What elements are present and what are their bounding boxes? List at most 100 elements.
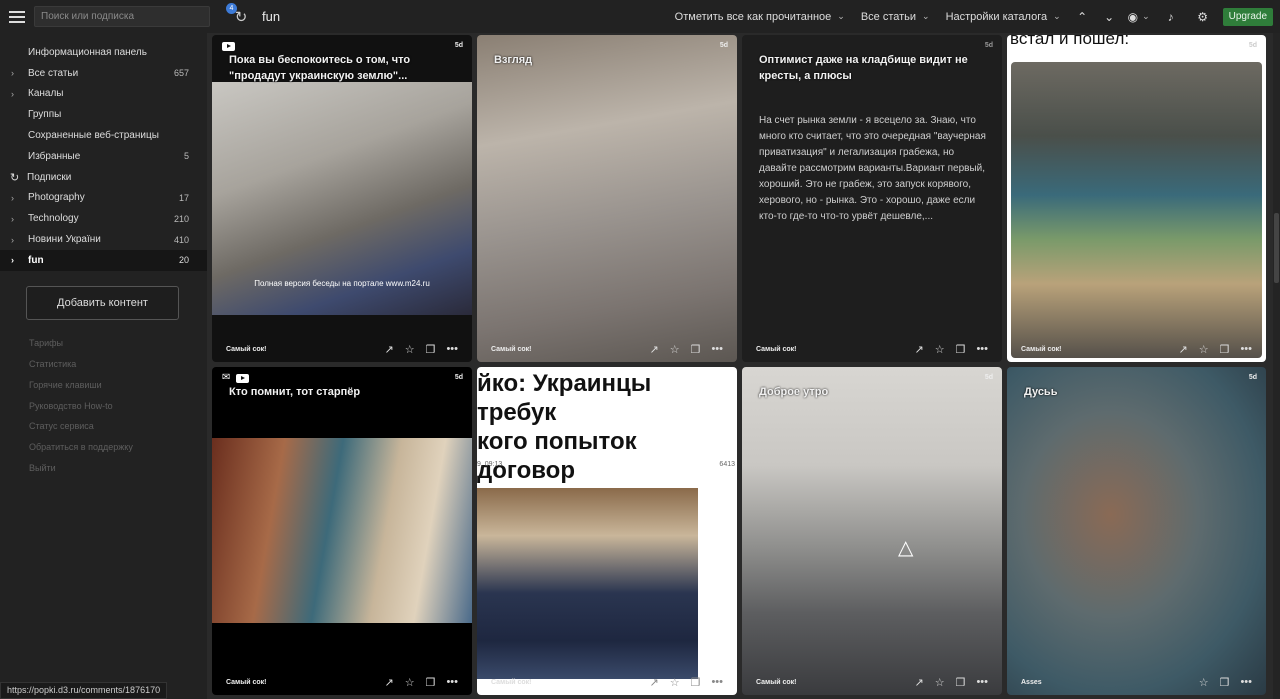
star-icon[interactable]: ☆ [1199,676,1209,689]
more-icon[interactable]: ••• [976,343,988,356]
more-icon[interactable]: ••• [446,343,458,356]
chevron-down-icon[interactable]: ⌄ [1096,10,1123,24]
search-input[interactable] [34,6,210,27]
chevron-right-icon[interactable]: › [11,68,14,78]
sidebar-item-label: Все статьи [28,67,79,79]
chevron-right-icon[interactable]: › [11,89,14,99]
all-articles-label: Все статьи [860,10,917,23]
sidebar-item-saved-pages[interactable]: Сохраненные веб-страницы [0,125,207,146]
article-title: Взгляд [494,54,533,66]
sidebar: Информационная панель › Все статьи 657 › Ка… [0,33,207,699]
external-link-icon[interactable]: ❐ [426,676,436,689]
sidebar-link-service-status[interactable]: Статус сервиса [0,416,207,437]
eye-icon[interactable]: ◉ ⌄ [1123,10,1155,24]
catalog-settings-label: Настройки каталога [945,10,1048,23]
gear-icon[interactable]: ⚙ [1187,10,1219,24]
count-badge: 17 [178,192,189,203]
sidebar-link-logout[interactable]: Выйти [0,458,207,479]
trending-icon[interactable]: ↗ [384,676,393,689]
more-icon[interactable]: ••• [711,676,723,689]
catalog-settings-dropdown[interactable]: Настройки каталога ⌄ [938,11,1069,23]
star-icon[interactable]: ☆ [405,343,415,356]
age-label: 5d [1248,42,1257,49]
more-icon[interactable]: ••• [711,343,723,356]
article-card[interactable]: 5d Доброе утро △ Самый сок! ↗ ☆ ❐ ••• [742,367,1002,695]
sidebar-link-hotkeys[interactable]: Горячие клавиши [0,374,207,395]
star-icon[interactable]: ☆ [405,676,415,689]
star-icon[interactable]: ☆ [935,676,945,689]
article-date: 9, 09:13 [477,461,503,468]
menu-icon[interactable] [9,10,25,23]
article-card[interactable]: йко: Украинцы требук кого попыток догово… [477,367,737,695]
chevron-right-icon[interactable]: › [11,235,14,245]
article-card[interactable]: 5d Оптимист даже на кладбище видит не кр… [742,35,1002,362]
trending-icon[interactable]: ↗ [384,343,393,356]
chevron-up-icon[interactable]: ⌃ [1069,10,1096,24]
sidebar-item-channels[interactable]: › Каналы [0,84,207,105]
article-image [477,488,698,679]
article-title: Доброе утро [759,386,829,398]
play-icon[interactable]: △ [898,535,913,560]
sidebar-link-howto[interactable]: Руководство How-to [0,395,207,416]
sidebar-item-technology[interactable]: › Technology 210 [0,208,207,229]
external-link-icon[interactable]: ❐ [426,343,436,356]
sidebar-item-label: Новини України [28,234,101,246]
external-link-icon[interactable]: ❐ [1220,676,1230,689]
trending-icon[interactable]: ↗ [649,676,658,689]
sidebar-link-pricing[interactable]: Тарифы [0,333,207,354]
sidebar-item-favorites[interactable]: Избранные 5 [0,146,207,167]
more-icon[interactable]: ••• [976,676,988,689]
sidebar-item-groups[interactable]: Группы [0,104,207,125]
scrollbar-thumb[interactable] [1274,213,1279,283]
more-icon[interactable]: ••• [446,676,458,689]
article-card[interactable]: Полная версия беседы на портале www.m24.… [212,35,472,362]
article-excerpt: На счет рынка земли - я всецело за. Знаю… [759,115,986,222]
top-bar: ↻4 fun Отметить все как прочитанное ⌄ Все… [0,0,1280,33]
feed-title: fun [262,9,281,24]
sidebar-item-label: Подписки [27,171,72,183]
bell-icon[interactable]: ♪ [1155,10,1187,24]
refresh-icon[interactable]: ↻ 4 [226,2,250,26]
external-link-icon[interactable]: ❐ [956,676,966,689]
sidebar-item-all-articles[interactable]: › Все статьи 657 [0,63,207,84]
article-card[interactable]: ✉ 5d Кто помнит, тот старпёр Самый сок! … [212,367,472,695]
add-content-button[interactable]: Добавить контент [26,285,179,320]
sidebar-item-photography[interactable]: › Photography 17 [0,188,207,209]
external-link-icon[interactable]: ❐ [691,676,701,689]
star-icon[interactable]: ☆ [670,343,680,356]
chevron-right-icon[interactable]: › [11,255,14,265]
star-icon[interactable]: ☆ [935,343,945,356]
trending-icon[interactable]: ↗ [1178,343,1187,356]
sidebar-item-subscriptions[interactable]: ↻ Подписки [0,167,207,188]
sidebar-item-fun[interactable]: › fun 20 [0,249,207,271]
all-articles-dropdown[interactable]: Все статьи ⌄ [853,11,938,23]
external-link-icon[interactable]: ❐ [1220,343,1230,356]
more-icon[interactable]: ••• [1240,343,1252,356]
source-label: Самый сок! [491,679,532,686]
sidebar-item-label: Technology [28,213,79,225]
more-icon[interactable]: ••• [1240,676,1252,689]
sidebar-item-ukraine-news[interactable]: › Новини України 410 [0,229,207,250]
sidebar-link-statistics[interactable]: Статистика [0,354,207,375]
chevron-right-icon[interactable]: › [11,193,14,203]
article-card[interactable]: 5d Взгляд Самый сок! ↗ ☆ ❐ ••• [477,35,737,362]
trending-icon[interactable]: ↗ [649,343,658,356]
article-card[interactable]: встал и пошел: 5d Самый сок! ↗ ☆ ❐ ••• [1007,35,1266,362]
trending-icon[interactable]: ↗ [914,343,923,356]
sidebar-item-dashboard[interactable]: Информационная панель [0,42,207,63]
article-title: Кто помнит, тот старпёр [229,386,361,398]
scrollbar[interactable] [1273,33,1280,699]
sidebar-item-label: Группы [28,109,62,121]
article-title: Пока вы беспокоитесь о том, что "продаду… [229,54,411,82]
count-badge: 20 [178,255,189,266]
external-link-icon[interactable]: ❐ [956,343,966,356]
external-link-icon[interactable]: ❐ [691,343,701,356]
sidebar-link-support[interactable]: Обратиться в поддержку [0,437,207,458]
mark-all-read-button[interactable]: Отметить все как прочитанное ⌄ [667,11,853,23]
star-icon[interactable]: ☆ [1199,343,1209,356]
article-card[interactable]: 5d Дусьь Asses ☆ ❐ ••• [1007,367,1266,695]
upgrade-button[interactable]: Upgrade [1222,7,1273,26]
star-icon[interactable]: ☆ [670,676,680,689]
chevron-right-icon[interactable]: › [11,214,14,224]
trending-icon[interactable]: ↗ [914,676,923,689]
